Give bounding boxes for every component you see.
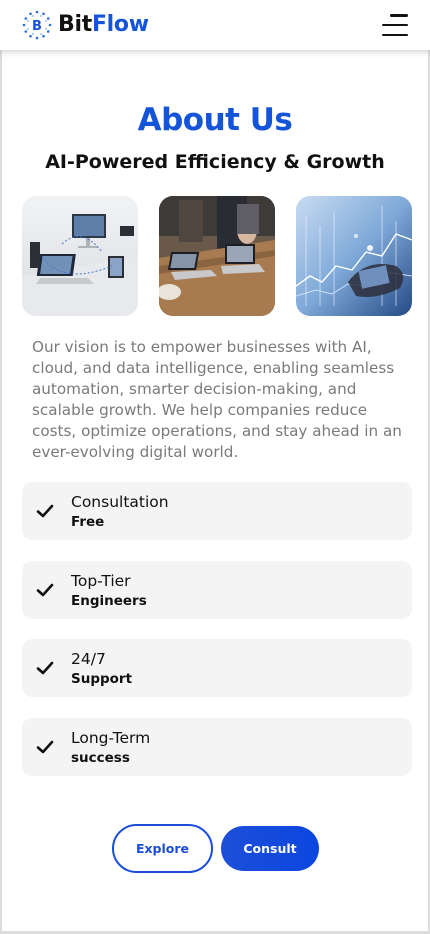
bitflow-logo-icon: B <box>22 10 52 40</box>
digital-analytics-image <box>296 196 412 316</box>
feature-subtitle: Engineers <box>71 592 147 609</box>
feature-card-engineers: Top-Tier Engineers <box>22 560 412 619</box>
feature-card-support: 24/7 Support <box>22 639 412 697</box>
menu-line <box>382 33 408 36</box>
feature-subtitle: Support <box>71 671 133 687</box>
devices-image <box>22 196 138 316</box>
menu-line <box>390 14 408 17</box>
brand[interactable]: B BitFlow <box>22 10 149 40</box>
brand-name-part2: Flow <box>91 12 149 37</box>
top-header: B BitFlow <box>0 0 430 50</box>
feature-card-long-term: Long-Term success <box>22 717 412 776</box>
brand-name-part1: Bit <box>58 12 92 37</box>
check-icon <box>36 583 54 596</box>
about-description: Our vision is to empower businesses with… <box>32 338 402 461</box>
feature-list: Consultation Free Top-Tier Engineers 24/… <box>22 482 412 796</box>
feature-title: Long-Term <box>71 728 151 747</box>
menu-line <box>382 23 408 27</box>
brand-name: BitFlow <box>58 14 149 36</box>
check-icon <box>36 740 54 753</box>
explore-button[interactable]: Explore <box>112 824 213 873</box>
feature-title: Consultation <box>71 493 169 511</box>
feature-subtitle: success <box>71 749 130 766</box>
page-title: About Us <box>137 102 293 138</box>
image-gallery <box>22 196 412 316</box>
feature-title: 24/7 <box>71 650 106 668</box>
team-meeting-image <box>159 196 275 316</box>
logo-letter: B <box>32 19 42 34</box>
check-icon <box>36 661 54 675</box>
check-icon <box>36 504 54 518</box>
page-subtitle: AI-Powered Efficiency & Growth <box>45 151 385 173</box>
consult-button[interactable]: Consult <box>221 826 319 871</box>
feature-title: Top-Tier <box>71 571 131 590</box>
feature-subtitle: Free <box>71 514 105 530</box>
feature-card-consultation: Consultation Free <box>22 482 412 540</box>
hamburger-menu-icon[interactable] <box>382 14 408 36</box>
